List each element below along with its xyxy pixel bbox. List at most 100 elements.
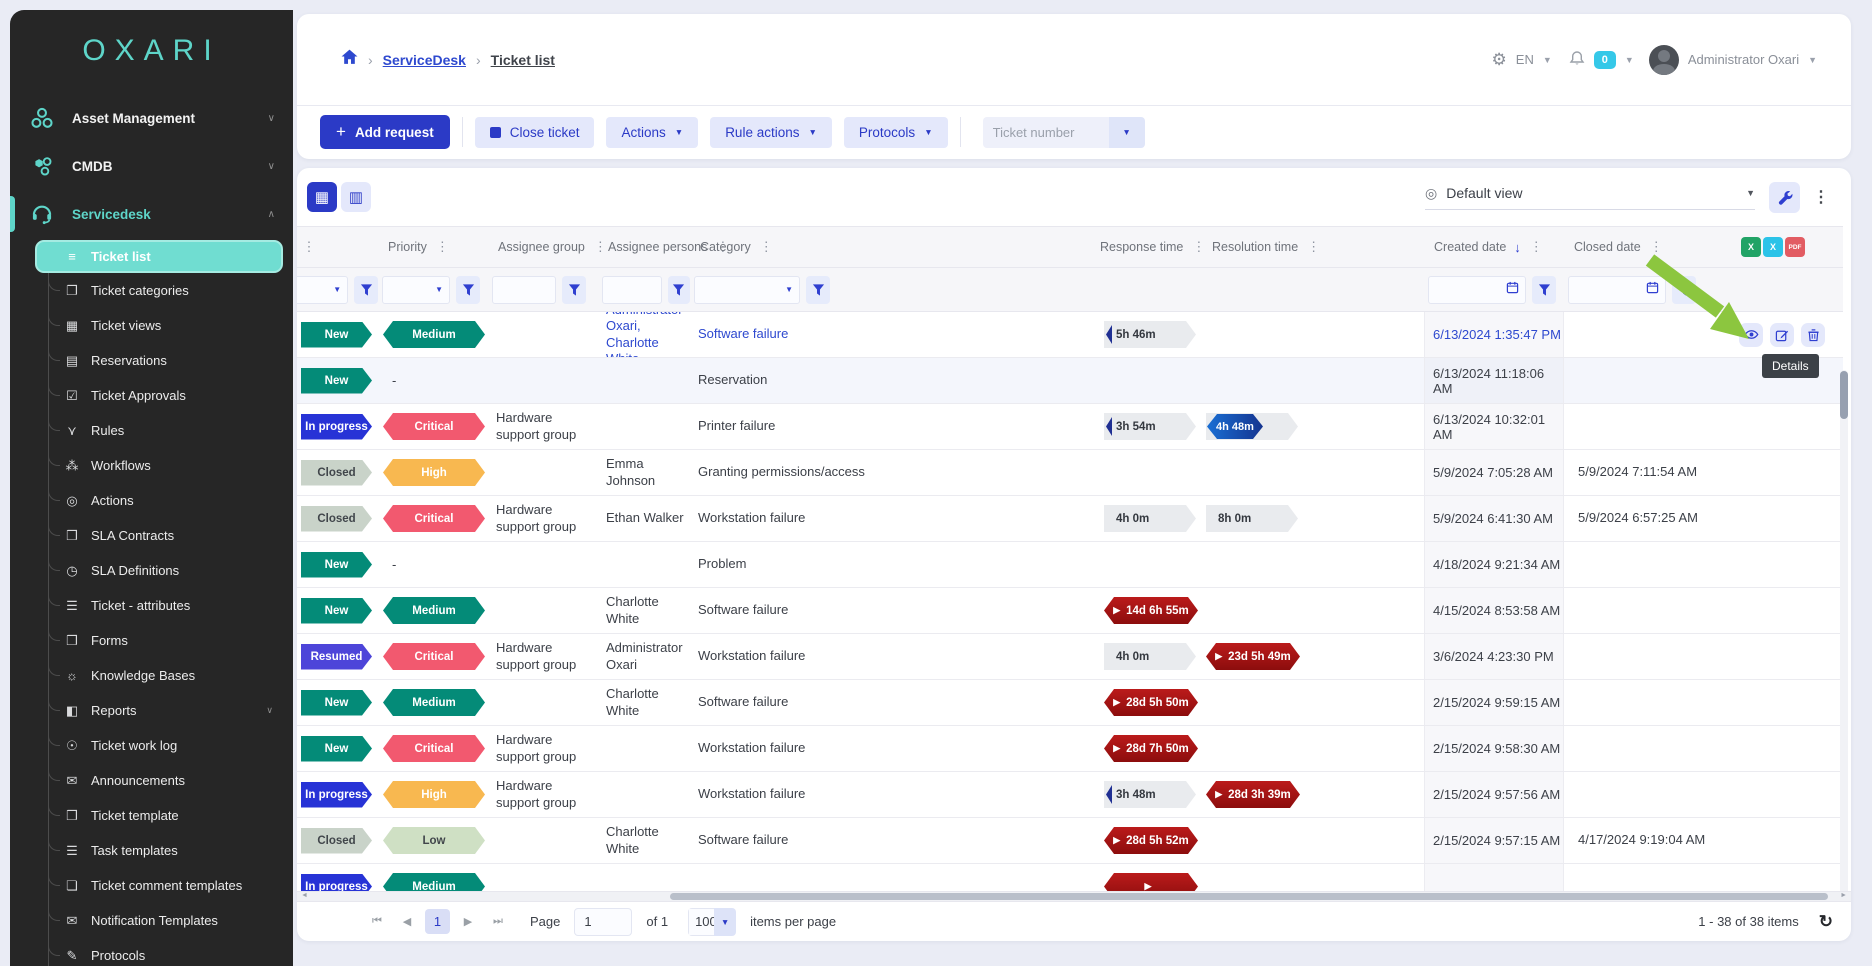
excel-light-export-icon[interactable]: X (1763, 237, 1783, 257)
breadcrumb-link-servicedesk[interactable]: ServiceDesk (383, 52, 466, 68)
sidebar-section-asset-management[interactable]: Asset Management∨ (10, 94, 293, 142)
horizontal-scrollbar-thumb[interactable] (670, 893, 1828, 900)
table-row[interactable]: New-Reservation6/13/2024 11:18:06 AM (297, 358, 1843, 404)
sidebar-item-knowledge-bases[interactable]: ☼Knowledge Bases (49, 658, 287, 693)
column-header-closed-date[interactable]: Closed date⋮ (1564, 227, 1712, 267)
refresh-icon[interactable]: ↻ (1819, 912, 1833, 932)
table-row[interactable]: In progressHighHardware support groupWor… (297, 772, 1843, 818)
view-selector[interactable]: ◎ Default view ▼ (1425, 185, 1755, 210)
table-row[interactable]: NewMediumCharlotte WhiteSoftware failure… (297, 588, 1843, 634)
vertical-scrollbar-thumb[interactable] (1840, 371, 1848, 419)
assignee-persons-cell[interactable]: Administrator Oxari, Charlotte White (598, 312, 690, 357)
sidebar-item-rules[interactable]: ⋎Rules (49, 413, 287, 448)
sidebar-item-ticket-approvals[interactable]: ☑Ticket Approvals (49, 378, 287, 413)
category-cell[interactable]: Software failure (690, 312, 1090, 357)
filter-funnel-button[interactable] (668, 276, 690, 304)
sidebar-item-ticket-work-log[interactable]: ☉Ticket work log (49, 728, 287, 763)
add-request-button[interactable]: + Add request (320, 115, 450, 149)
scroll-left-icon[interactable]: ◄ (301, 892, 308, 899)
language-caret-icon[interactable]: ▼ (1543, 55, 1552, 65)
sidebar-item-reservations[interactable]: ▤Reservations (49, 343, 287, 378)
filter-input-priority[interactable]: ▼ (382, 276, 450, 304)
vertical-scrollbar[interactable] (1840, 370, 1848, 891)
filter-funnel-button[interactable] (354, 276, 378, 304)
sidebar-item-protocols[interactable]: ✎Protocols (49, 938, 287, 966)
column-header-status[interactable]: Status⋮ (297, 227, 378, 267)
breadcrumb-current-ticket-list[interactable]: Ticket list (491, 52, 555, 68)
column-header-resolution-time[interactable]: Resolution time⋮ (1202, 227, 1424, 267)
sidebar-item-workflows[interactable]: ⁂Workflows (49, 448, 287, 483)
filter-input-status[interactable]: ▼ (297, 276, 348, 304)
wrench-button[interactable] (1769, 182, 1800, 213)
ticket-number-input[interactable] (983, 117, 1109, 148)
column-menu-kebab-icon[interactable]: ⋮ (302, 239, 315, 255)
table-row[interactable]: NewMediumCharlotte WhiteSoftware failure… (297, 680, 1843, 726)
user-menu-caret-icon[interactable]: ▼ (1808, 55, 1817, 65)
close-ticket-button[interactable]: Close ticket (475, 117, 595, 148)
column-header-response-time[interactable]: Response time⋮ (1090, 227, 1202, 267)
table-row[interactable]: New-Problem4/18/2024 9:21:34 AM (297, 542, 1843, 588)
table-row[interactable]: In progressCriticalHardware support grou… (297, 404, 1843, 450)
table-row[interactable]: ClosedCriticalHardware support groupEtha… (297, 496, 1843, 542)
language-selector[interactable]: EN (1516, 52, 1534, 67)
sidebar-item-task-templates[interactable]: ☰Task templates (49, 833, 287, 868)
prev-page-button[interactable]: ◀ (395, 910, 419, 934)
sidebar-item-sla-definitions[interactable]: ◷SLA Definitions (49, 553, 287, 588)
filter-funnel-button[interactable] (1532, 276, 1556, 304)
horizontal-scrollbar[interactable]: ◄ ► (297, 891, 1851, 901)
bell-icon[interactable] (1569, 50, 1585, 70)
sidebar-item-ticket-template[interactable]: ❒Ticket template (49, 798, 287, 833)
filter-input-created-date[interactable] (1428, 276, 1526, 304)
next-page-button[interactable]: ▶ (456, 910, 480, 934)
filter-input-assignee-group[interactable] (492, 276, 556, 304)
sidebar-section-servicedesk[interactable]: Servicedesk∧ (10, 190, 293, 238)
sidebar-item-ticket-attributes[interactable]: ☰Ticket - attributes (49, 588, 287, 623)
last-page-button[interactable]: ⏭ (486, 910, 510, 934)
column-header-priority[interactable]: Priority⋮ (378, 227, 488, 267)
sidebar-item-notification-templates[interactable]: ✉Notification Templates (49, 903, 287, 938)
column-menu-kebab-icon[interactable]: ⋮ (760, 239, 773, 255)
filter-funnel-button[interactable] (806, 276, 830, 304)
pdf-export-icon[interactable]: PDF (1785, 237, 1805, 257)
avatar[interactable] (1649, 45, 1679, 75)
sidebar-section-cmdb[interactable]: CMDB∨ (10, 142, 293, 190)
filter-funnel-button[interactable] (456, 276, 480, 304)
filter-input-closed-date[interactable] (1568, 276, 1666, 304)
column-menu-kebab-icon[interactable]: ⋮ (436, 239, 449, 255)
column-header-assignee-group[interactable]: Assignee group⋮ (488, 227, 598, 267)
sidebar-item-ticket-views[interactable]: ▦Ticket views (49, 308, 287, 343)
first-page-button[interactable]: ⏮ (365, 910, 389, 934)
sidebar-item-sla-contracts[interactable]: ❒SLA Contracts (49, 518, 287, 553)
excel-export-icon[interactable]: X (1741, 237, 1761, 257)
user-name[interactable]: Administrator Oxari (1688, 52, 1799, 67)
grid-view-toggle[interactable]: ▦ (307, 182, 337, 212)
current-page-button[interactable]: 1 (425, 909, 450, 934)
calendar-icon[interactable] (1646, 281, 1659, 299)
column-header-assignee-persons[interactable]: Assignee persons⋮ (598, 227, 690, 267)
sidebar-item-ticket-comment-templates[interactable]: ❏Ticket comment templates (49, 868, 287, 903)
grid-menu-kebab-icon[interactable]: ⋮ (1813, 187, 1829, 207)
sidebar-item-forms[interactable]: ❒Forms (49, 623, 287, 658)
home-icon[interactable] (341, 49, 358, 70)
protocols-dropdown-button[interactable]: Protocols ▼ (844, 117, 948, 148)
notification-count-badge[interactable]: 0 (1594, 51, 1616, 69)
sidebar-item-reports[interactable]: ◧Reports∨ (49, 693, 287, 728)
details-eye-button[interactable] (1739, 323, 1763, 347)
table-row[interactable]: NewCriticalHardware support groupWorksta… (297, 726, 1843, 772)
filter-funnel-button[interactable] (562, 276, 586, 304)
column-header-category[interactable]: Category⋮ (690, 227, 1090, 267)
sidebar-item-ticket-list[interactable]: ≡Ticket list (35, 240, 283, 273)
notification-caret-icon[interactable]: ▼ (1625, 55, 1634, 65)
filter-input-assignee-persons[interactable] (602, 276, 662, 304)
table-row[interactable]: ResumedCriticalHardware support groupAdm… (297, 634, 1843, 680)
edit-button[interactable] (1770, 323, 1794, 347)
gear-icon[interactable]: ⚙ (1492, 50, 1507, 70)
table-row[interactable]: NewMediumAdministrator Oxari, Charlotte … (297, 312, 1843, 358)
column-menu-kebab-icon[interactable]: ⋮ (1307, 239, 1320, 255)
scroll-right-icon[interactable]: ► (1840, 892, 1847, 899)
sidebar-item-announcements[interactable]: ✉Announcements (49, 763, 287, 798)
table-row[interactable]: ClosedHighEmma JohnsonGranting permissio… (297, 450, 1843, 496)
column-menu-kebab-icon[interactable]: ⋮ (1530, 239, 1543, 255)
filter-funnel-button[interactable] (1672, 276, 1696, 304)
column-view-toggle[interactable]: ▥ (341, 182, 371, 212)
